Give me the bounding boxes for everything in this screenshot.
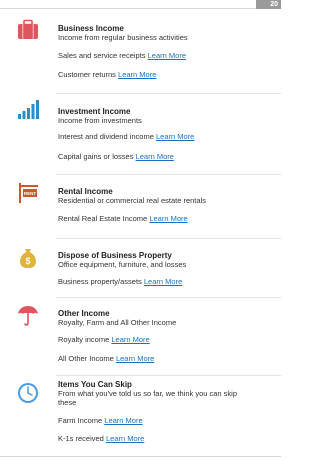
briefcase-icon: [18, 19, 38, 39]
item-label: Customer returns: [58, 70, 116, 79]
svg-text:RENT: RENT: [24, 191, 37, 196]
section-subtitle: Royalty, Farm and All Other Income: [58, 318, 177, 327]
top-bar: 20: [0, 0, 281, 10]
section-subtitle: From what you've told us so far, we thin…: [58, 389, 238, 398]
item-label: K-1s received: [58, 434, 104, 443]
list-item: Interest and dividend income Learn More: [58, 132, 194, 141]
section-subtitle: Income from investments: [58, 116, 142, 125]
section-title: Items You Can Skip: [58, 380, 132, 389]
section-dispose-business-property: $ Dispose of Business Property Office eq…: [0, 239, 281, 298]
umbrella-icon: [18, 306, 38, 326]
section-other-income: Other Income Royalty, Farm and All Other…: [0, 298, 281, 376]
section-investment-income: Investment Income Income from investment…: [0, 94, 281, 175]
list-item: Customer returns Learn More: [58, 70, 156, 79]
item-label: Rental Real Estate Income: [58, 214, 148, 223]
list-item: Farm Income Learn More: [58, 416, 143, 425]
list-item: Capital gains or losses Learn More: [58, 152, 174, 161]
list-item: Sales and service receipts Learn More: [58, 51, 186, 60]
svg-text:$: $: [25, 256, 30, 266]
item-label: Interest and dividend income: [58, 132, 154, 141]
section-title: Other Income: [58, 309, 110, 318]
section-items-you-can-skip: Items You Can Skip From what you've told…: [0, 376, 281, 456]
section-subtitle: Office equipment, furniture, and losses: [58, 260, 187, 269]
learn-more-link[interactable]: Learn More: [136, 152, 174, 161]
rent-sign-icon: RENT: [19, 183, 38, 203]
section-rental-income: RENT Rental Income Residential or commer…: [0, 175, 281, 239]
section-title: Business Income: [58, 24, 124, 33]
section-title: Dispose of Business Property: [58, 251, 172, 260]
learn-more-link[interactable]: Learn More: [104, 416, 142, 425]
learn-more-link[interactable]: Learn More: [118, 70, 156, 79]
bar-chart-icon: [18, 100, 39, 119]
money-bag-icon: $: [20, 249, 36, 268]
section-title: Investment Income: [58, 107, 131, 116]
learn-more-link[interactable]: Learn More: [106, 434, 144, 443]
item-label: Sales and service receipts: [58, 51, 146, 60]
learn-more-link[interactable]: Learn More: [144, 277, 182, 286]
section-business-income: Business Income Income from regular busi…: [0, 10, 281, 94]
item-label: All Other Income: [58, 354, 114, 363]
clock-icon: [18, 383, 38, 403]
item-label: Business property/assets: [58, 277, 142, 286]
learn-more-link[interactable]: Learn More: [111, 335, 149, 344]
list-item: Business property/assets Learn More: [58, 277, 182, 286]
list-item: All Other Income Learn More: [58, 354, 154, 363]
section-subtitle: Income from regular business activities: [58, 33, 188, 42]
learn-more-link[interactable]: Learn More: [148, 51, 186, 60]
top-divider: [0, 8, 281, 9]
learn-more-link[interactable]: Learn More: [156, 132, 194, 141]
list-item: Royalty income Learn More: [58, 335, 150, 344]
section-subtitle-continued: these: [58, 398, 77, 407]
list-item: Rental Real Estate Income Learn More: [58, 214, 188, 223]
page-badge: 20: [256, 0, 281, 9]
list-item: K-1s received Learn More: [58, 434, 144, 443]
item-label: Capital gains or losses: [58, 152, 134, 161]
item-label: Royalty income: [58, 335, 110, 344]
learn-more-link[interactable]: Learn More: [116, 354, 154, 363]
item-label: Farm Income: [58, 416, 103, 425]
section-subtitle: Residential or commercial real estate re…: [58, 196, 206, 205]
bottom-divider: [0, 456, 281, 457]
section-title: Rental Income: [58, 187, 113, 196]
learn-more-link[interactable]: Learn More: [149, 214, 187, 223]
